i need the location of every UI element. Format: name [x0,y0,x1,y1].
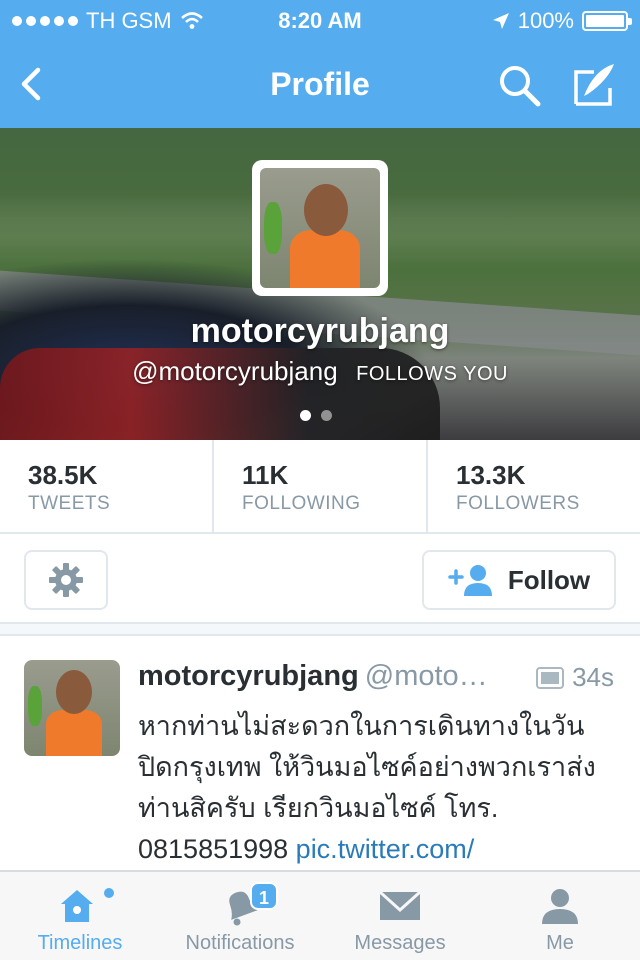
tweet-link[interactable]: pic.twitter.com/ [296,834,475,864]
profile-avatar[interactable] [252,160,388,296]
stat-tweets[interactable]: 38.5K TWEETS [0,440,214,532]
battery-icon [582,11,632,31]
gear-icon [49,563,83,597]
profile-actions: Follow [0,534,640,624]
tab-notifications[interactable]: 1 Notifications [160,872,320,960]
nav-bar: Profile [0,40,640,128]
page-dot-1[interactable] [300,410,311,421]
profile-handle-row: @motorcyrubjang FOLLOWS YOU [0,356,640,387]
page-title: Profile [270,66,370,102]
tweet-item[interactable]: motorcyrubjang @moto… 34s หากท่านไม่สะดวก… [0,636,640,872]
tab-me[interactable]: Me [480,872,640,960]
tweet-author-name[interactable]: motorcyrubjang [138,660,359,692]
location-arrow-icon [492,13,509,29]
stat-value: 11K [242,460,289,490]
tab-label: Me [546,932,574,954]
tab-label: Messages [354,932,446,954]
add-user-icon [448,565,492,596]
stat-label: TWEETS [28,493,111,514]
tweet-avatar[interactable] [24,660,120,756]
status-bar: TH GSM 8:20 AM 100% [0,0,640,40]
stat-label: FOLLOWING [242,493,361,514]
profile-handle: @motorcyrubjang [132,356,338,386]
tweet-meta: 34s [530,662,614,693]
tab-timelines[interactable]: Timelines [0,872,160,960]
stat-value: 38.5K [28,460,98,490]
tab-bar: Timelines 1 Notifications Messages Me [0,870,640,960]
stat-value: 13.3K [456,460,526,490]
tweet-text: หากท่านไม่สะดวกในการเดินทางในวันปิดกรุงเ… [138,706,618,870]
follows-you-label: FOLLOWS YOU [356,363,508,385]
header-page-indicator[interactable] [300,410,332,421]
battery-percent: 100% [517,8,574,33]
compose-icon[interactable] [568,60,618,110]
tab-label: Timelines [37,932,123,954]
person-icon [542,889,578,924]
stat-following[interactable]: 11K FOLLOWING [214,440,428,532]
tab-label: Notifications [185,932,295,954]
notifications-badge: 1 [250,882,278,910]
page-dot-2[interactable] [321,410,332,421]
top-bar: TH GSM 8:20 AM 100% Profile [0,0,640,128]
section-divider [0,622,640,636]
media-icon [536,666,565,689]
profile-display-name: motorcyrubjang [190,312,450,350]
stat-label: FOLLOWERS [456,493,580,514]
unread-dot [104,888,114,898]
tab-messages[interactable]: Messages [320,872,480,960]
profile-stats: 38.5K TWEETS 11K FOLLOWING 13.3K FOLLOWE… [0,440,640,534]
tweet-time: 34s [572,662,614,692]
stat-followers[interactable]: 13.3K FOLLOWERS [428,440,640,532]
follow-button[interactable]: Follow [422,550,616,610]
tweet-author-handle: @moto… [364,660,488,692]
follow-button-label: Follow [507,564,591,595]
settings-button[interactable] [24,550,108,610]
envelope-icon [378,890,422,920]
search-icon[interactable] [496,62,542,108]
home-icon [61,890,93,922]
status-right: 100% [492,8,632,34]
